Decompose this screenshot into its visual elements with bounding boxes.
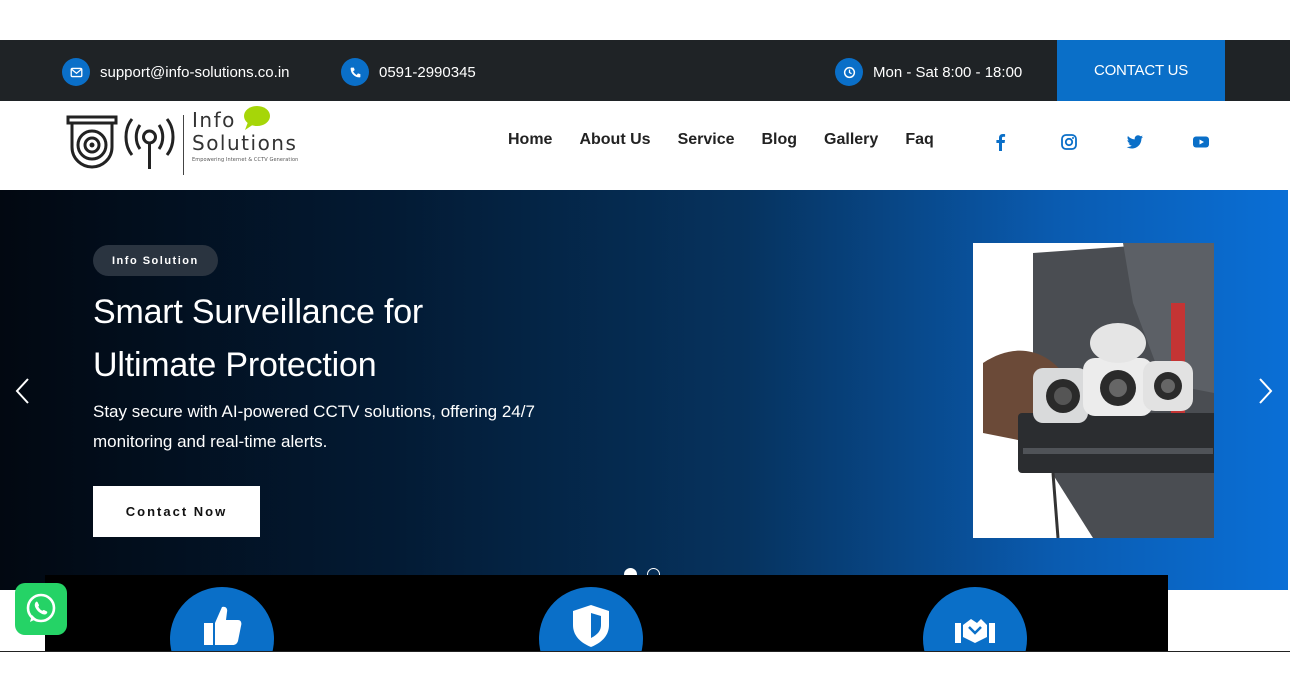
nav-gallery[interactable]: Gallery <box>824 131 878 149</box>
phone-text: 0591-2990345 <box>379 63 476 81</box>
clock-icon <box>835 58 863 86</box>
hours-text: Mon - Sat 8:00 - 18:00 <box>873 63 1023 81</box>
logo-divider <box>183 115 184 175</box>
twitter-icon[interactable] <box>1124 131 1146 153</box>
nav-service[interactable]: Service <box>678 131 735 149</box>
top-info-bar: support@info-solutions.co.in 0591-299034… <box>0 40 1290 101</box>
nav-home[interactable]: Home <box>508 131 552 149</box>
nav-about-us[interactable]: About Us <box>579 131 650 149</box>
logo-line-1: Info <box>192 108 236 132</box>
cctv-camera-logo-icon <box>66 115 118 169</box>
logo-line-2: Solutions <box>192 131 298 155</box>
nav-blog[interactable]: Blog <box>762 131 798 149</box>
next-slide-arrow[interactable] <box>1254 373 1278 409</box>
thumbs-up-icon <box>204 606 242 645</box>
contact-us-button[interactable]: CONTACT US <box>1057 40 1225 101</box>
hero-subtext: Stay secure with AI-powered CCTV solutio… <box>93 402 535 451</box>
chat-bubble-icon <box>243 106 270 130</box>
hero-headline-line-2: Ultimate Protection <box>93 346 377 384</box>
business-hours: Mon - Sat 8:00 - 18:00 <box>835 58 1022 86</box>
youtube-icon[interactable] <box>1190 131 1212 153</box>
nav-faq[interactable]: Faq <box>905 131 933 149</box>
technician-holding-cctv-image <box>973 243 1214 538</box>
phone-icon <box>341 58 369 86</box>
feature-badge-2 <box>539 587 643 652</box>
main-nav: Home About Us Service Blog Gallery Faq <box>508 131 961 149</box>
prev-slide-arrow[interactable] <box>10 373 34 409</box>
whatsapp-icon <box>26 593 56 623</box>
features-strip <box>45 575 1168 652</box>
logo-tagline: Empowering Internet & CCTV Generation <box>192 157 299 163</box>
mail-icon <box>62 58 90 86</box>
site-logo[interactable]: Info Solutions Empowering Internet & CCT… <box>66 106 299 175</box>
hero-headline: Smart Surveillance for Ultimate Protecti… <box>93 286 423 392</box>
whatsapp-chat-button[interactable] <box>15 583 67 635</box>
instagram-icon[interactable] <box>1058 131 1080 153</box>
facebook-icon[interactable] <box>990 131 1012 153</box>
handshake-icon <box>955 619 995 643</box>
email-contact[interactable]: support@info-solutions.co.in <box>62 58 290 86</box>
logo-text: Info Solutions Empowering Internet & CCT… <box>192 106 299 163</box>
feature-badge-1 <box>170 587 274 652</box>
wireless-antenna-logo-icon <box>124 118 175 169</box>
hero-badge: Info Solution <box>93 245 218 276</box>
hero-slider: Info Solution Smart Surveillance for Ult… <box>0 190 1288 590</box>
email-text: support@info-solutions.co.in <box>100 63 290 81</box>
contact-now-button[interactable]: Contact Now <box>93 486 260 537</box>
shield-icon <box>573 605 609 647</box>
hero-headline-line-1: Smart Surveillance for <box>93 293 424 331</box>
page-bottom-divider <box>0 651 1290 652</box>
phone-contact[interactable]: 0591-2990345 <box>341 58 476 86</box>
feature-badge-3 <box>923 587 1027 652</box>
main-header: Info Solutions Empowering Internet & CCT… <box>0 101 1290 190</box>
